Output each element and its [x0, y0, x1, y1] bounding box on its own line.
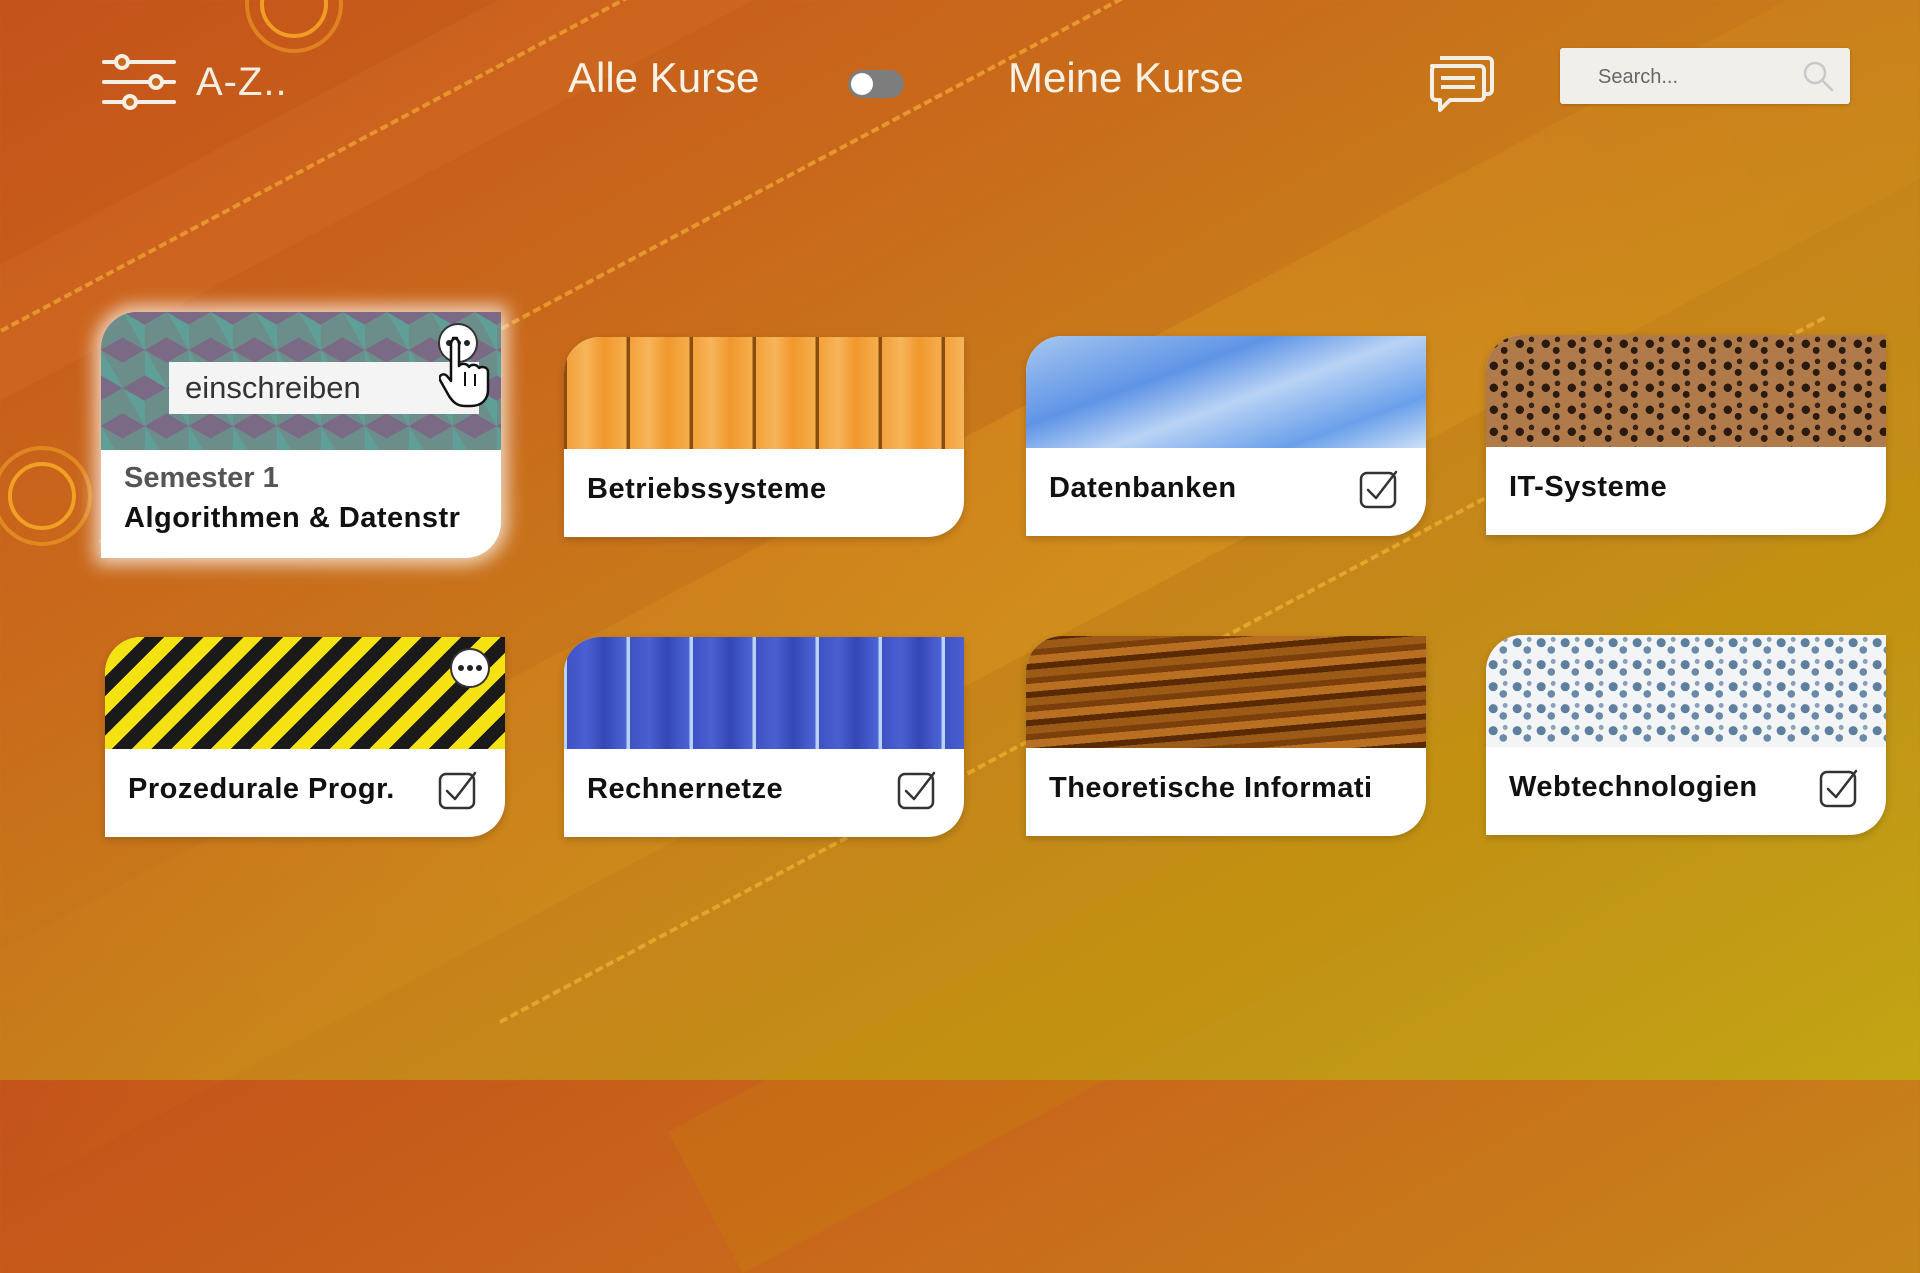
course-card-algorithmen[interactable]: einschreiben Semester 1 Algorithmen & Da… [101, 312, 501, 558]
course-card-prozedurale-progr[interactable]: Prozedurale Progr. [105, 637, 505, 837]
course-title: Webtechnologien [1509, 771, 1758, 803]
course-thumbnail [1026, 636, 1426, 748]
course-filter-toggle[interactable] [848, 70, 904, 98]
search-box[interactable] [1560, 48, 1850, 104]
course-thumbnail [564, 637, 964, 749]
course-thumbnail [1486, 335, 1886, 447]
more-options-icon[interactable] [449, 647, 491, 689]
course-semester: Semester 1 [124, 462, 279, 494]
chat-icon[interactable] [1428, 52, 1494, 112]
course-thumbnail [1026, 336, 1426, 448]
sliders-icon [102, 54, 176, 110]
sort-label: A-Z.. [196, 59, 288, 104]
course-title: IT-Systeme [1509, 471, 1668, 503]
checkbox-checked-icon[interactable] [1818, 767, 1860, 809]
top-bar: A-Z.. Alle Kurse Meine Kurse [0, 0, 1920, 170]
course-title: Betriebssysteme [587, 473, 827, 505]
course-title: Theoretische Informati [1049, 772, 1373, 804]
course-card-it-systeme[interactable]: IT-Systeme [1486, 335, 1886, 535]
background-ring [0, 446, 92, 546]
enroll-button[interactable]: einschreiben [169, 362, 479, 414]
search-icon[interactable] [1802, 60, 1834, 92]
course-thumbnail [105, 637, 505, 749]
checkbox-checked-icon[interactable] [437, 769, 479, 811]
search-input[interactable] [1596, 60, 1800, 94]
sort-filter-button[interactable]: A-Z.. [100, 52, 288, 112]
course-thumbnail [1486, 635, 1886, 747]
course-title: Datenbanken [1049, 472, 1237, 504]
course-title: Prozedurale Progr. [128, 773, 395, 805]
course-card-rechnernetze[interactable]: Rechnernetze [564, 637, 964, 837]
tab-alle-kurse[interactable]: Alle Kurse [568, 54, 759, 102]
course-title: Algorithmen & Datenstr [124, 502, 461, 534]
checkbox-checked-icon[interactable] [1358, 468, 1400, 510]
checkbox-checked-icon[interactable] [896, 769, 938, 811]
course-title: Rechnernetze [587, 773, 784, 805]
course-card-webtechnologien[interactable]: Webtechnologien [1486, 635, 1886, 835]
toggle-knob [851, 73, 873, 95]
course-thumbnail [564, 337, 964, 449]
course-card-datenbanken[interactable]: Datenbanken [1026, 336, 1426, 536]
tab-meine-kurse[interactable]: Meine Kurse [1008, 54, 1244, 102]
hand-cursor-icon [439, 336, 490, 408]
course-card-betriebssysteme[interactable]: Betriebssysteme [564, 337, 964, 537]
course-card-theoretische-informatik[interactable]: Theoretische Informati [1026, 636, 1426, 836]
